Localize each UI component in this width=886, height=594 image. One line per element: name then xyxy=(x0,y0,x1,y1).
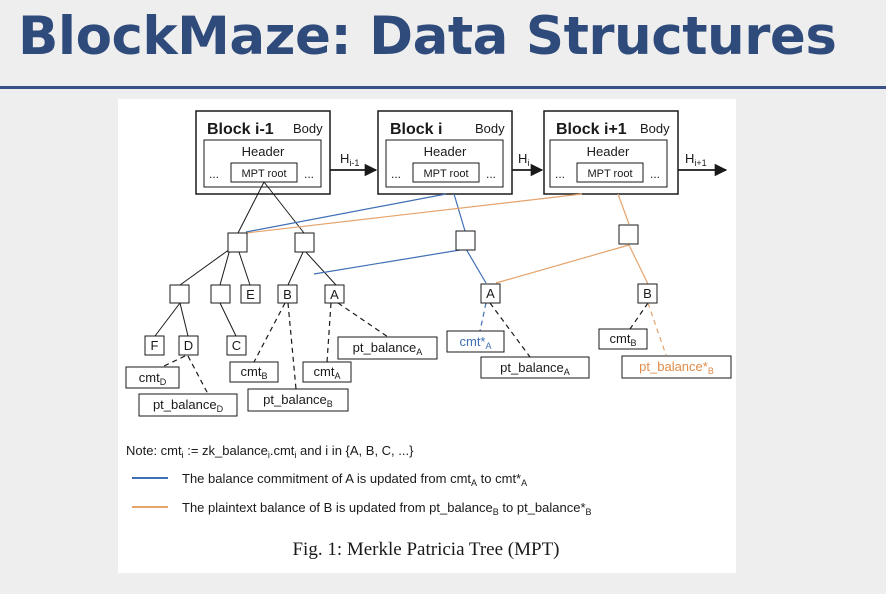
node-d-label: D xyxy=(184,338,193,353)
title-underline xyxy=(0,86,886,89)
block-i-ellipsis-left: ... xyxy=(391,167,401,181)
block-i-plus-1-ellipsis-left: ... xyxy=(555,167,565,181)
block-i-body-label: Body xyxy=(475,121,505,136)
node-b-right-label: B xyxy=(643,286,652,301)
leaf-pt-balance-star-b-label: pt_balance*B xyxy=(639,359,714,376)
node-a-right-label: A xyxy=(486,286,495,301)
block-i-plus-1-body-label: Body xyxy=(640,121,670,136)
node-level2-b xyxy=(210,284,231,304)
block-i-1-body-label: Body xyxy=(293,121,323,136)
figure-panel: Block i-1 Body Header ... MPT root ... H… xyxy=(118,99,736,573)
node-b-left-label: B xyxy=(283,287,292,302)
node-e-label: E xyxy=(246,287,255,302)
block-i-1-ellipsis-right: ... xyxy=(304,167,314,181)
hash-label-1: Hi-1 xyxy=(340,151,359,168)
block-i-1-ellipsis-left: ... xyxy=(209,167,219,181)
block-i-plus-1-header-label: Header xyxy=(587,144,630,159)
block-i-plus-1-mpt-root-label: MPT root xyxy=(587,168,632,180)
slide-title: BlockMaze: Data Structures xyxy=(18,6,837,67)
block-i-ellipsis-right: ... xyxy=(486,167,496,181)
block-i-plus-1-name: Block i+1 xyxy=(556,121,627,138)
hash-label-3: Hi+1 xyxy=(685,151,707,168)
block-i-1-header-label: Header xyxy=(242,144,285,159)
leaf-pt-balance-a-label: pt_balanceA xyxy=(353,340,423,357)
node-level1-d xyxy=(618,224,639,245)
internal-nodes xyxy=(169,224,639,304)
leaf-pt-balance-b-label: pt_balanceB xyxy=(263,392,333,409)
legend-orange-text: The plaintext balance of B is updated fr… xyxy=(182,500,592,517)
block-i: Block i Body Header ... MPT root ... xyxy=(377,110,513,195)
block-i-header-label: Header xyxy=(424,144,467,159)
block-i-plus-1: Block i+1 Body Header ... MPT root ... xyxy=(543,110,679,195)
note-text: Note: cmti := zk_balancei.cmti and i in … xyxy=(126,443,414,460)
node-c-label: C xyxy=(232,338,241,353)
block-i-mpt-root-label: MPT root xyxy=(423,168,468,180)
block-i-1-name: Block i-1 xyxy=(207,121,274,138)
block-i-1: Block i-1 Body Header ... MPT root ... xyxy=(195,110,331,195)
leaf-values: cmtD pt_balanceD cmtB pt_balanceB cmtA p… xyxy=(125,328,732,417)
blue-update-path xyxy=(245,193,487,332)
leaf-pt-balance-d-label: pt_balanceD xyxy=(153,397,224,414)
node-level2-a xyxy=(169,284,190,304)
mpt-diagram: Block i-1 Body Header ... MPT root ... H… xyxy=(125,110,732,560)
node-f-label: F xyxy=(151,338,159,353)
node-level1-c xyxy=(455,230,476,251)
block-i-1-mpt-root-label: MPT root xyxy=(241,168,286,180)
hash-label-2: Hi xyxy=(518,151,529,168)
node-a-left-label: A xyxy=(330,287,339,302)
legend-blue-text: The balance commitment of A is updated f… xyxy=(182,471,527,488)
node-level1-b xyxy=(294,232,315,253)
tree-edges-black xyxy=(154,181,337,337)
figure-caption: Fig. 1: Merkle Patricia Tree (MPT) xyxy=(292,539,559,560)
block-i-plus-1-ellipsis-right: ... xyxy=(650,167,660,181)
leaf-pt-balance-a-new-block-label: pt_balanceA xyxy=(500,360,570,377)
block-i-name: Block i xyxy=(390,121,442,138)
node-level1-a xyxy=(227,232,248,253)
